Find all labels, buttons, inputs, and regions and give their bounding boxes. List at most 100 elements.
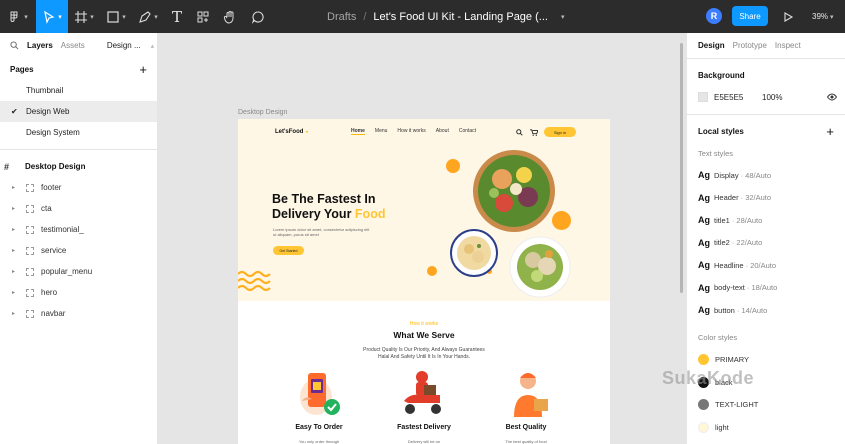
text-style-item[interactable]: Ag Headline · 20/Auto [687, 254, 845, 277]
breadcrumb-separator: / [363, 10, 367, 23]
tab-assets[interactable]: Assets [61, 41, 85, 50]
color-dot [698, 421, 709, 433]
layer-label: hero [41, 288, 58, 297]
layer-footer[interactable]: ▸ footer [0, 177, 157, 198]
text-style-item[interactable]: Ag body-text · 18/Auto [687, 277, 845, 300]
text-style-item[interactable]: Ag button · 14/Auto [687, 299, 845, 322]
avatar[interactable]: R [706, 8, 722, 24]
expand-arrow-icon[interactable]: ▸ [12, 184, 15, 191]
layer-navbar[interactable]: ▸ navbar [0, 303, 157, 324]
page-item-design-web[interactable]: ✔ Design Web [0, 101, 157, 122]
frame-icon [75, 10, 88, 23]
top-toolbar: ▾ ▾ ▾ ▾ ▾ T Drafts / Let's Food UI Kit -… [0, 0, 845, 33]
expand-arrow-icon[interactable]: ▸ [12, 226, 15, 233]
search-icon[interactable] [10, 41, 19, 50]
file-title[interactable]: Drafts / Let's Food UI Kit - Landing Pag… [327, 0, 564, 33]
nav-home[interactable]: Home [351, 128, 365, 135]
canvas-scrollbar[interactable] [680, 43, 683, 293]
background-opacity[interactable]: 100% [762, 93, 782, 102]
text-tool-button[interactable]: T [164, 0, 190, 33]
hero-section[interactable]: Let'sFood ◒ Home Menu How it works About… [238, 119, 610, 301]
page-dropdown[interactable]: Design ... [107, 41, 141, 50]
pages-heading: Pages [10, 64, 34, 74]
background-fill-row[interactable]: E5E5E5 100% [687, 86, 845, 108]
chevron-up-icon[interactable]: ▴ [151, 42, 155, 50]
text-style-icon: Ag [698, 305, 710, 316]
search-icon[interactable] [516, 129, 523, 136]
layer-service[interactable]: ▸ service [0, 240, 157, 261]
color-style-item[interactable]: light [687, 416, 845, 439]
comment-tool-button[interactable] [244, 0, 272, 33]
nav-contact[interactable]: Contact [459, 128, 476, 135]
shape-tool-button[interactable]: ▾ [100, 0, 132, 33]
chevron-down-icon[interactable]: ▾ [561, 13, 565, 21]
text-style-meta: · 48/Auto [740, 170, 772, 180]
layer-testimonial[interactable]: ▸ testimonial_ [0, 219, 157, 240]
share-button[interactable]: Share [732, 6, 768, 26]
components-button[interactable] [190, 0, 216, 33]
design-canvas[interactable]: Desktop Design Let'sFood ◒ Home Menu How… [158, 33, 686, 444]
move-tool-button[interactable]: ▾ [36, 0, 68, 33]
drafts-breadcrumb[interactable]: Drafts [327, 11, 356, 23]
hero-title-line2: Delivery Your [272, 207, 352, 221]
comment-icon [251, 10, 264, 24]
text-styles-heading: Text styles [698, 148, 734, 158]
color-swatch[interactable] [698, 92, 708, 102]
nav-about[interactable]: About [436, 128, 449, 135]
zoom-dropdown[interactable]: 39% ▾ [812, 0, 834, 33]
main-menu-button[interactable]: ▾ [0, 0, 36, 33]
file-name[interactable]: Let's Food UI Kit - Landing Page (... [373, 11, 548, 23]
nav-how-it-works[interactable]: How it works [397, 128, 425, 135]
layer-cta[interactable]: ▸ cta [0, 198, 157, 219]
hand-tool-button[interactable] [216, 0, 244, 33]
eye-icon[interactable] [827, 93, 837, 101]
background-header: Background [687, 64, 845, 86]
color-style-item[interactable]: TEXT-LIGHT [687, 394, 845, 417]
components-icon [197, 11, 209, 22]
pen-tool-button[interactable]: ▾ [132, 0, 164, 33]
expand-arrow-icon[interactable]: ▸ [12, 268, 15, 275]
text-style-meta: · 28/Auto [731, 215, 763, 225]
text-style-item[interactable]: Ag title1 · 28/Auto [687, 209, 845, 232]
layer-desktop-design[interactable]: # Desktop Design [0, 156, 157, 177]
layer-label: footer [41, 183, 62, 192]
chef-illustration [514, 373, 548, 417]
hero-title-highlight: Food [354, 207, 386, 221]
layer-hero[interactable]: ▸ hero [0, 282, 157, 303]
expand-arrow-icon[interactable]: ▸ [12, 310, 15, 317]
layers-panel: Layers Assets Design ... ▴ Pages + Thumb… [0, 33, 158, 444]
page-item-label: Design System [26, 128, 80, 137]
add-style-icon[interactable]: + [826, 124, 834, 139]
tab-layers[interactable]: Layers [27, 41, 53, 50]
frame-tool-button[interactable]: ▾ [68, 0, 100, 33]
page-item-thumbnail[interactable]: Thumbnail [0, 80, 157, 101]
frame-layer-icon [26, 246, 34, 255]
add-page-icon[interactable]: + [139, 62, 147, 77]
tab-prototype[interactable]: Prototype [733, 41, 767, 50]
desktop-design-frame[interactable]: Let'sFood ◒ Home Menu How it works About… [238, 119, 610, 444]
bowl-icon: ◒ [305, 129, 309, 135]
cart-icon[interactable] [530, 129, 538, 136]
hero-title-line1: Be The Fastest In [272, 192, 376, 206]
layer-label: service [41, 246, 67, 255]
expand-arrow-icon[interactable]: ▸ [12, 289, 15, 296]
signin-button[interactable]: Sign in [544, 127, 576, 137]
feature-desc-easy-order: You only order through [298, 439, 340, 444]
text-style-item[interactable]: Ag Header · 32/Auto [687, 187, 845, 210]
layer-popular-menu[interactable]: ▸ popular_menu [0, 261, 157, 282]
divider [687, 114, 845, 115]
tab-inspect[interactable]: Inspect [775, 41, 801, 50]
frame-layer-icon [26, 309, 34, 318]
text-style-item[interactable]: Ag Display · 48/Auto [687, 164, 845, 187]
expand-arrow-icon[interactable]: ▸ [12, 247, 15, 254]
nav-menu[interactable]: Menu [375, 128, 388, 135]
frame-label[interactable]: Desktop Design [238, 109, 287, 116]
background-hex[interactable]: E5E5E5 [714, 93, 743, 102]
page-item-design-system[interactable]: Design System [0, 122, 157, 143]
text-style-item[interactable]: Ag title2 · 22/Auto [687, 232, 845, 255]
present-button[interactable] [782, 10, 794, 28]
divider [0, 149, 157, 150]
expand-arrow-icon[interactable]: ▸ [12, 205, 15, 212]
get-started-button[interactable]: Get Started [273, 246, 304, 255]
tab-design[interactable]: Design [698, 41, 725, 50]
